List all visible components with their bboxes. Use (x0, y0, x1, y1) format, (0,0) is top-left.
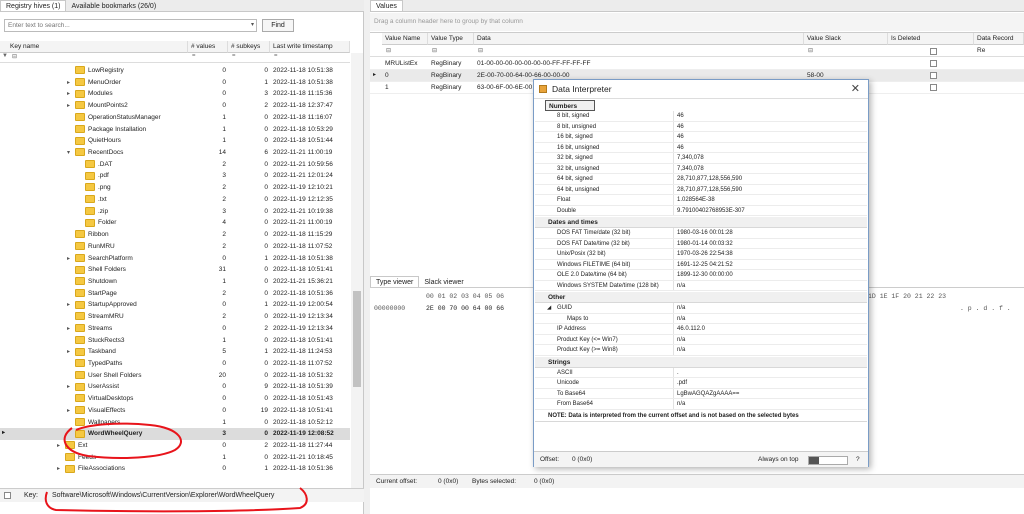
annotation-layer (44, 422, 308, 513)
annotation-circle-wordwheelquery (63, 422, 182, 459)
annotation-underline-keypath (44, 487, 308, 513)
